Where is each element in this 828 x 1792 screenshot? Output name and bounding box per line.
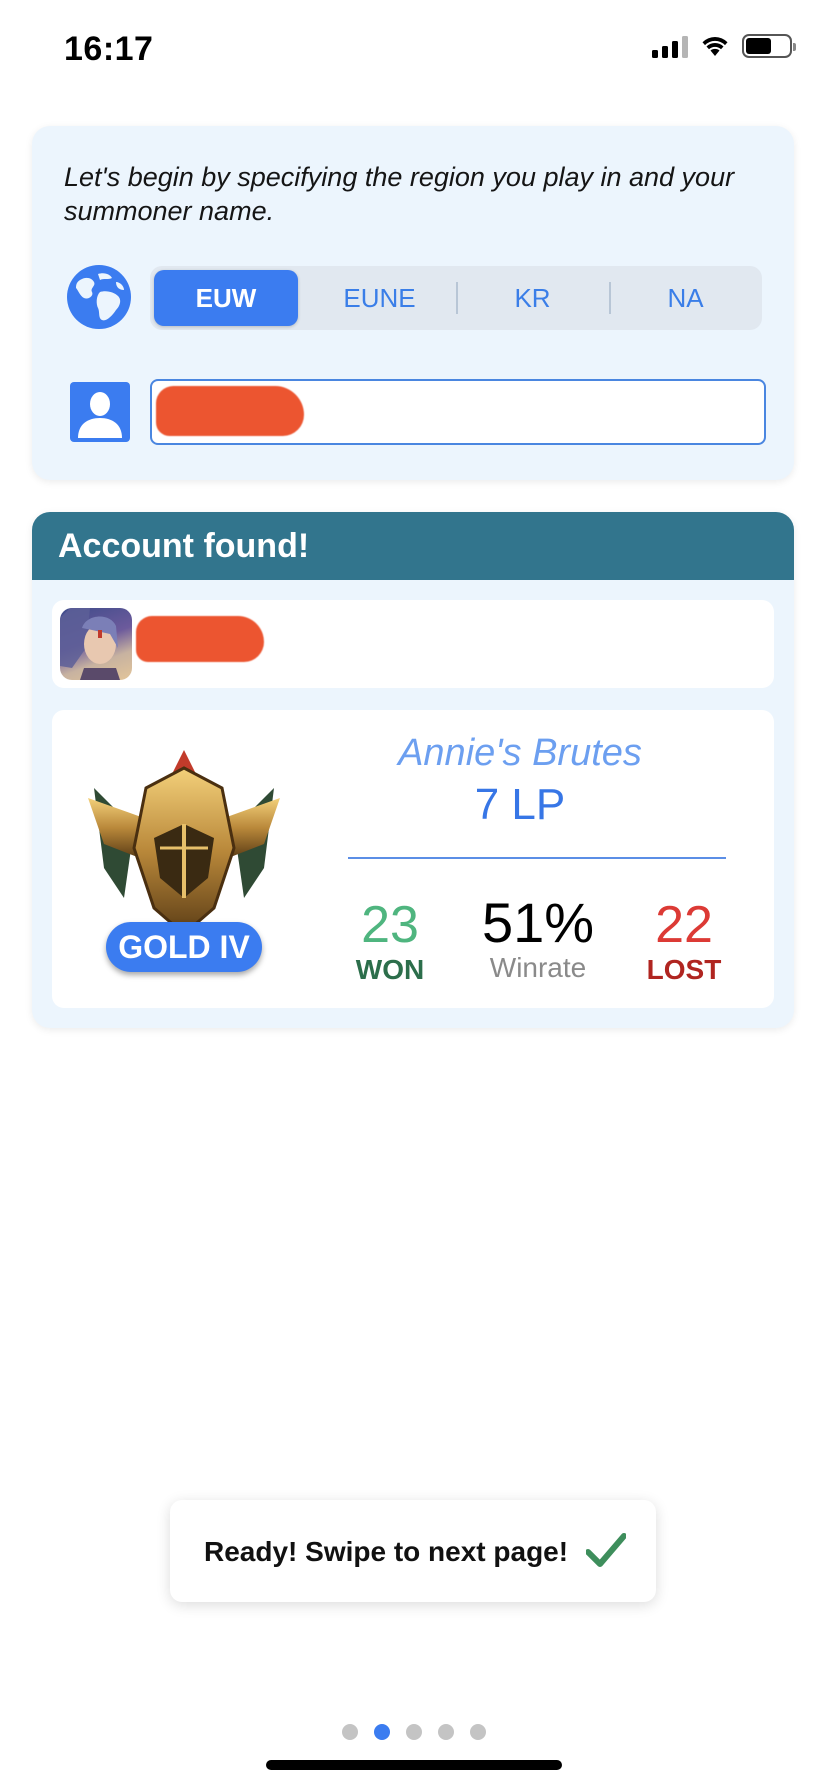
redacted-name-mark [156, 386, 304, 436]
region-option-euw[interactable]: EUW [154, 270, 298, 326]
winrate-value: 51% [481, 891, 595, 954]
globe-icon [67, 265, 131, 329]
gold-rank-crest-icon [88, 750, 280, 936]
wins-count: 23 [361, 896, 419, 954]
winrate-stat: 51% Winrate [468, 894, 608, 984]
region-option-eune[interactable]: EUNE [303, 266, 456, 330]
toast-message: Ready! Swipe to next page! [204, 1536, 569, 1567]
rank-divider [348, 857, 726, 859]
wins-label: WON [355, 954, 425, 985]
status-time: 16:17 [64, 30, 154, 68]
checkmark-icon [586, 1533, 626, 1567]
region-selector: EUW EUNE KR NA [150, 266, 762, 330]
battery-icon [742, 34, 796, 58]
page-dot[interactable] [406, 1724, 422, 1740]
home-indicator[interactable] [266, 1760, 562, 1770]
redacted-summoner-name [136, 616, 264, 662]
rank-card: GOLD IV Annie's Brutes 7 LP 23 WON 51% W… [52, 710, 774, 1008]
page-dot-active[interactable] [374, 1724, 390, 1740]
losses-stat: 22 LOST [614, 896, 754, 986]
region-option-kr[interactable]: KR [456, 266, 609, 330]
region-option-na[interactable]: NA [609, 266, 762, 330]
losses-label: LOST [646, 954, 722, 985]
status-bar: 16:17 [0, 0, 828, 100]
wifi-icon [702, 37, 728, 56]
region-card: Let's begin by specifying the region you… [32, 126, 794, 480]
user-icon [70, 382, 130, 442]
losses-count: 22 [655, 896, 713, 954]
page-dot[interactable] [342, 1724, 358, 1740]
intro-text: Let's begin by specifying the region you… [64, 162, 735, 226]
status-icons [652, 34, 796, 58]
ready-toast: Ready! Swipe to next page! [170, 1500, 656, 1602]
page-dot[interactable] [470, 1724, 486, 1740]
league-name: Annie's Brutes [398, 732, 642, 774]
tier-badge: GOLD IV [106, 922, 262, 972]
league-points: 7 LP [474, 780, 566, 829]
winrate-label: Winrate [489, 952, 587, 983]
account-found-header: Account found! [32, 512, 794, 580]
page-dot[interactable] [438, 1724, 454, 1740]
cellular-signal-icon [652, 34, 688, 58]
page-indicator[interactable] [0, 1724, 828, 1740]
account-card: Account found! GOLD IV Annie's Brutes 7 … [32, 512, 794, 1028]
wins-stat: 23 WON [320, 896, 460, 986]
champion-avatar [60, 608, 132, 680]
summoner-row [52, 600, 774, 688]
